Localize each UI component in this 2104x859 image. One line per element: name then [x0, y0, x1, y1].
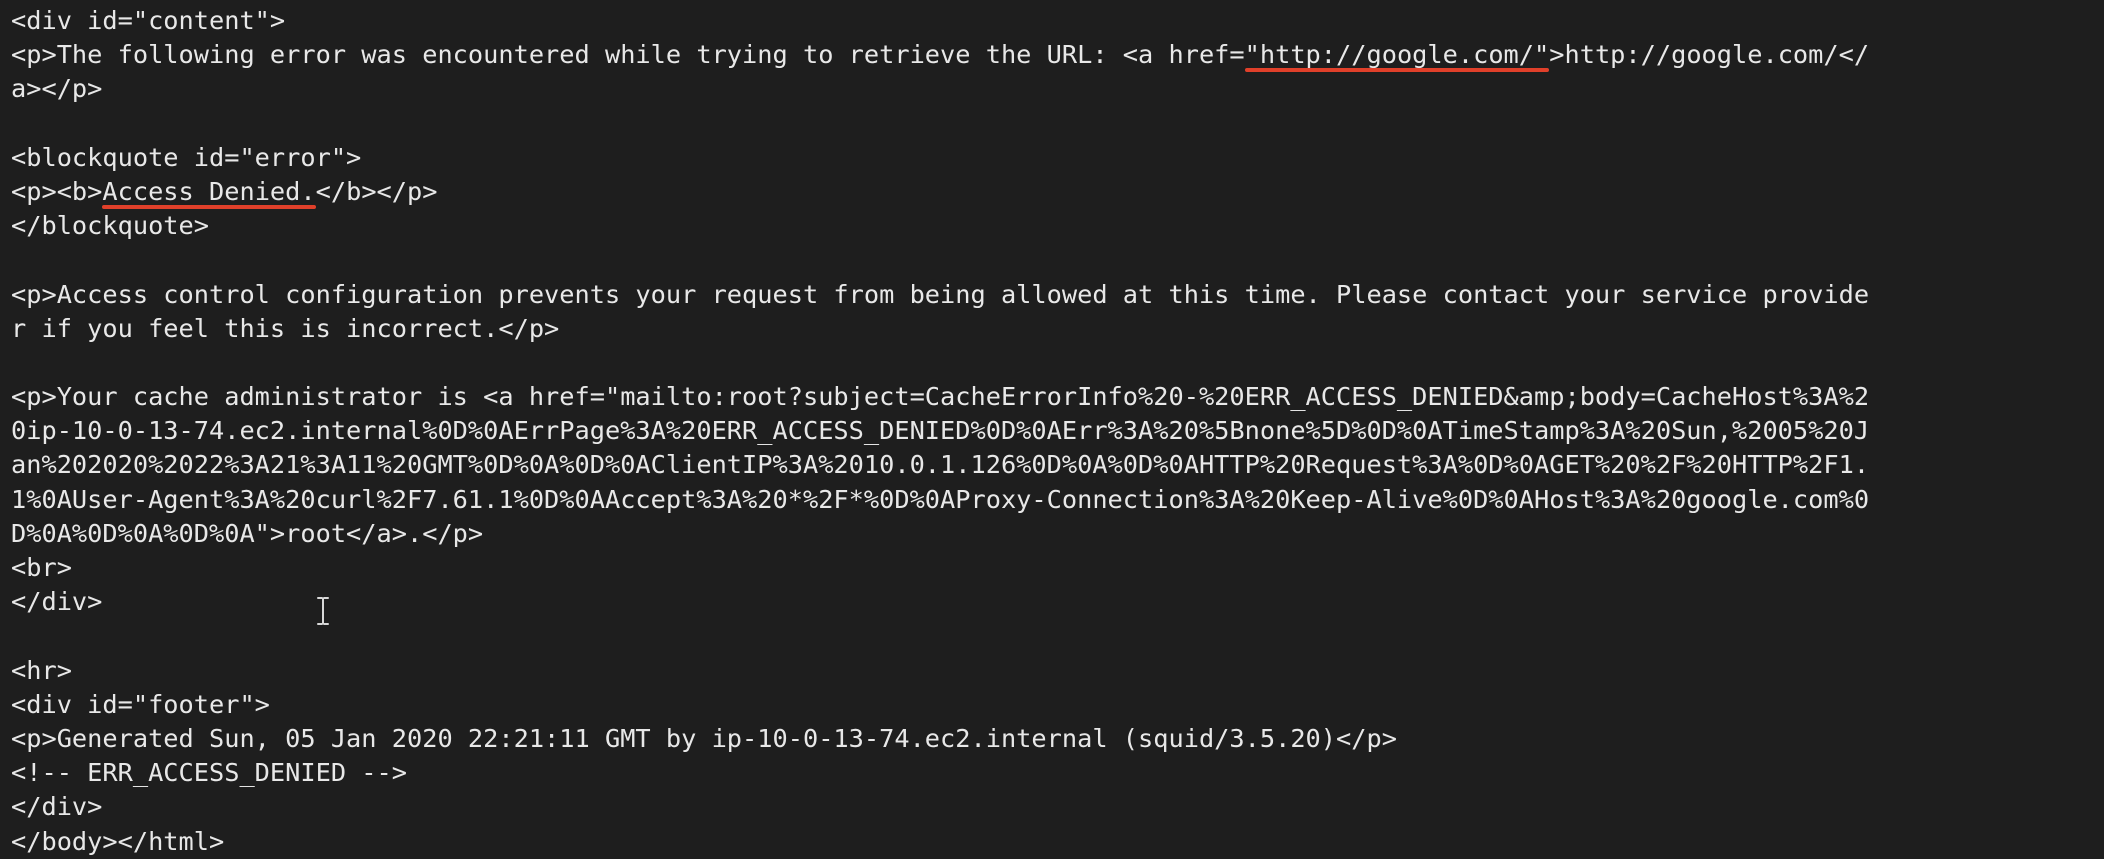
code-line: </div> [11, 792, 103, 822]
code-line: 0ip-10-0-13-74.ec2.internal%0D%0AErrPage… [11, 416, 1870, 446]
code-line: <blockquote id="error"> [11, 142, 362, 172]
text-cursor-ibeam-icon [317, 597, 329, 625]
code-text: </b></p> [315, 176, 438, 206]
terminal-window[interactable]: <div id="content"> <p>The following erro… [0, 0, 2104, 858]
code-line: <div id="content"> [11, 6, 286, 35]
code-text: >http://google.com/</ [1549, 40, 1870, 70]
code-line: </body></html> [11, 826, 225, 856]
highlighted-url: "http://google.com/" [1244, 38, 1549, 73]
code-line: <hr> [11, 655, 72, 685]
code-line: r if you feel this is incorrect.</p> [11, 313, 560, 343]
code-line: <div id="footer"> [11, 689, 270, 719]
code-line: <p>Your cache administrator is <a href="… [11, 382, 1870, 412]
code-line: D%0A%0D%0A%0D%0A">root</a>.</p> [11, 518, 484, 548]
code-line: <p>The following error was encountered w… [11, 38, 2104, 73]
highlighted-error-text: Access Denied. [102, 175, 316, 210]
code-line: <br> [11, 553, 72, 582]
code-line: </blockquote> [11, 211, 209, 241]
code-line: an%202020%2022%3A21%3A11%20GMT%0D%0A%0D%… [11, 450, 1870, 480]
code-line: <p>Generated Sun, 05 Jan 2020 22:21:11 G… [11, 723, 1397, 753]
code-line: <p><b>Access Denied.</b></p> [11, 175, 2104, 210]
code-line: a></p> [11, 74, 103, 104]
code-text: <p>The following error was encountered w… [11, 40, 1245, 70]
code-line: <p>Access control configuration prevents… [11, 279, 1870, 309]
code-line: <!-- ERR_ACCESS_DENIED --> [11, 758, 407, 788]
code-line: 1%0AUser-Agent%3A%20curl%2F7.61.1%0D%0AA… [11, 484, 1870, 514]
code-text: <p><b> [11, 176, 103, 206]
